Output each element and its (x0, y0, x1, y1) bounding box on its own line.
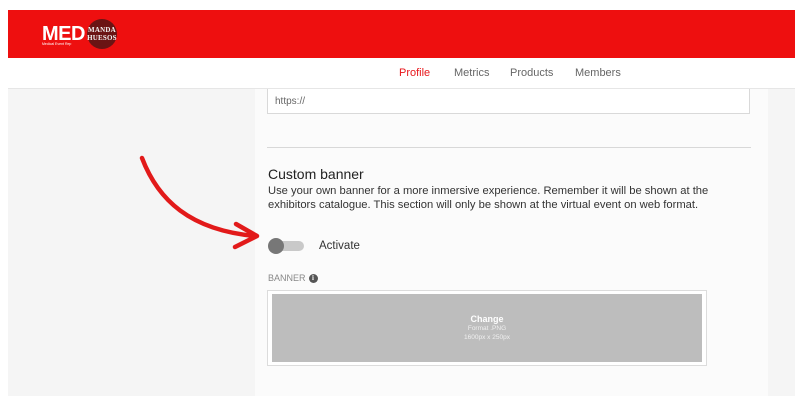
banner-upload-box: Change Format .PNG 1600px x 250px (267, 290, 707, 366)
website-url-input[interactable]: https:// (267, 89, 750, 114)
banner-field-label: BANNER i (268, 273, 318, 283)
logo-text: MED (42, 23, 85, 45)
info-icon[interactable]: i (308, 273, 318, 283)
profile-tabs: Profile Metrics Products Members (8, 58, 795, 89)
tab-profile[interactable]: Profile (399, 67, 430, 79)
top-bar: MED MANDA HUESOS Medical Event Rep (8, 10, 795, 58)
banner-size-text: 1600px x 250px (464, 334, 510, 341)
logo[interactable]: MED MANDA HUESOS Medical Event Rep (42, 18, 117, 50)
section-divider (267, 147, 751, 148)
banner-upload-area[interactable]: Change Format .PNG 1600px x 250px (272, 294, 702, 362)
custom-banner-description: Use your own banner for a more inmersive… (268, 185, 709, 211)
tab-metrics[interactable]: Metrics (454, 67, 489, 79)
logo-tagline: Medical Event Rep (42, 42, 72, 46)
logo-badge-line2: HUESOS (87, 34, 117, 42)
logo-badge: MANDA HUESOS (86, 19, 117, 49)
activate-toggle[interactable] (268, 238, 304, 254)
tab-members[interactable]: Members (575, 67, 621, 79)
banner-format-text: Format .PNG (467, 325, 507, 332)
banner-label-text: BANNER (268, 273, 306, 283)
curved-arrow-icon (139, 155, 260, 250)
tab-products[interactable]: Products (510, 67, 553, 79)
custom-banner-title: Custom banner (268, 166, 364, 182)
toggle-knob (268, 238, 284, 254)
logo-badge-line1: MANDA (88, 26, 116, 34)
change-banner-button[interactable]: Change (470, 314, 503, 324)
activate-label: Activate (319, 240, 360, 252)
